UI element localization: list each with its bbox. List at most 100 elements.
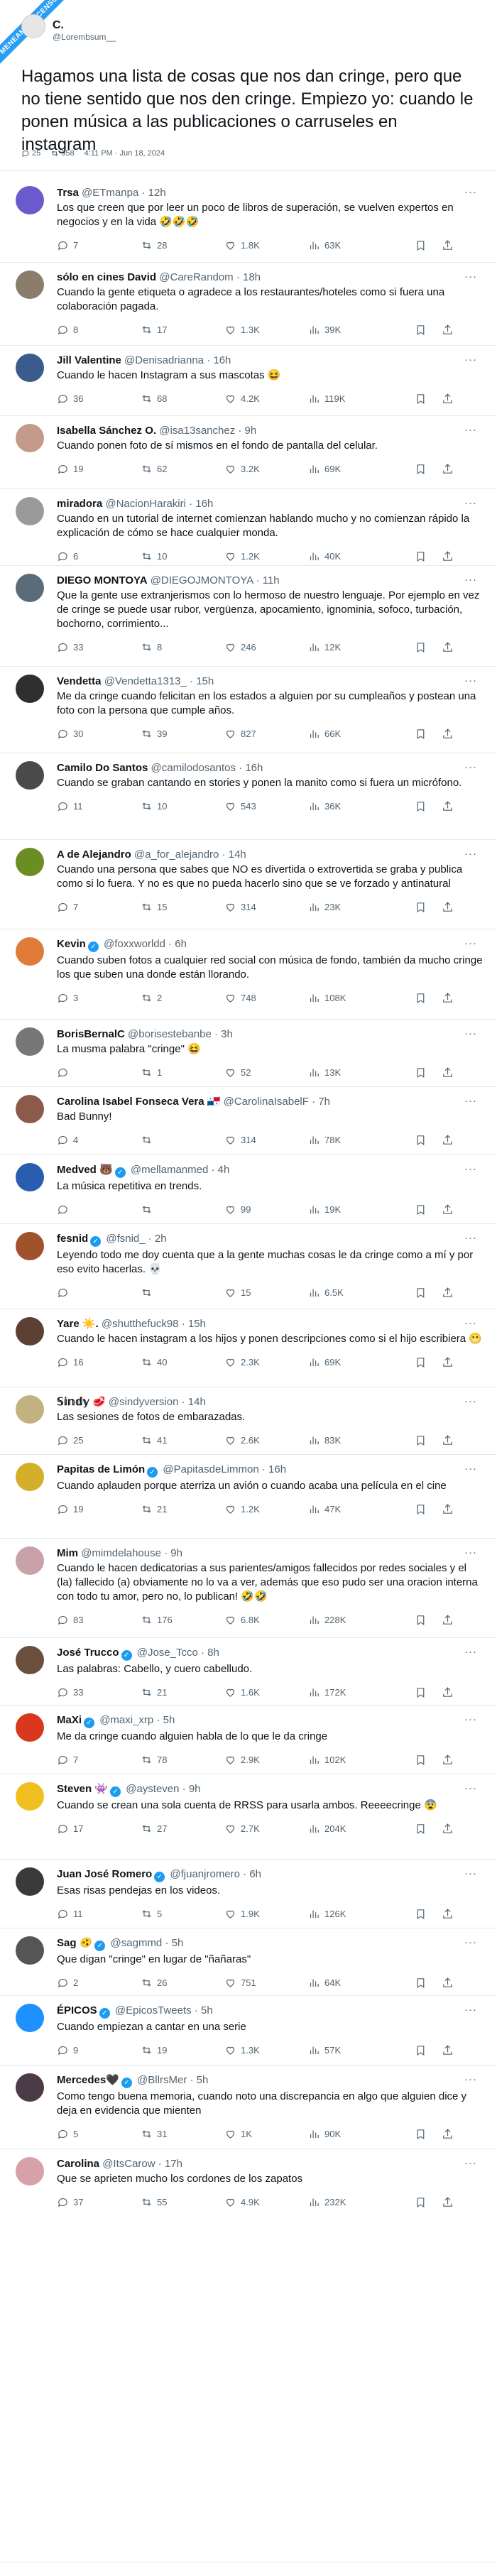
more-options-icon[interactable]: ··· <box>464 1163 477 1175</box>
like-button[interactable]: 246 <box>224 641 308 653</box>
like-button[interactable]: 1.3K <box>224 324 308 336</box>
like-button[interactable]: 2.6K <box>224 1434 308 1446</box>
more-options-icon[interactable]: ··· <box>464 186 477 198</box>
reply-time[interactable]: · 17h <box>158 2158 182 2170</box>
share-button[interactable] <box>442 1686 463 1698</box>
reply-button[interactable]: 36 <box>57 393 141 405</box>
more-options-icon[interactable]: ··· <box>464 1395 477 1407</box>
reply-time[interactable]: · 4h <box>211 1164 229 1176</box>
views-button[interactable]: 119K <box>308 393 415 405</box>
reply-avatar[interactable] <box>16 1095 44 1123</box>
share-button[interactable] <box>442 1287 463 1299</box>
more-options-icon[interactable]: ··· <box>464 1936 477 1948</box>
reply-author-handle[interactable]: @Vendetta1313_ <box>104 675 187 687</box>
reply-time[interactable]: · 2h <box>148 1233 167 1245</box>
more-options-icon[interactable]: ··· <box>464 937 477 949</box>
reply-button[interactable]: 16 <box>57 1356 141 1368</box>
reply-author-name[interactable]: Juan José Romero <box>57 1868 152 1880</box>
retweet-button[interactable]: 27 <box>141 1823 224 1835</box>
reply-author-name[interactable]: Trsa <box>57 187 79 199</box>
reply-time[interactable]: · 11h <box>256 574 280 586</box>
more-options-icon[interactable]: ··· <box>464 354 477 366</box>
share-button[interactable] <box>442 1908 463 1920</box>
more-options-icon[interactable]: ··· <box>464 848 477 860</box>
reply-author-name[interactable]: A de Alejandro <box>57 848 131 861</box>
reply-author-name[interactable]: DIEGO MONTOYA <box>57 574 148 586</box>
reply-avatar[interactable] <box>16 1646 44 1674</box>
reply-author-handle[interactable]: @camilodosantos <box>151 762 236 774</box>
reply-author-handle[interactable]: @fjuanjromero <box>170 1868 240 1880</box>
reply-time[interactable]: · 18h <box>236 271 261 283</box>
reply-avatar[interactable] <box>16 937 44 966</box>
reply-author-name[interactable]: Camilo Do Santos <box>57 762 148 774</box>
main-replies[interactable]: 25 <box>21 149 40 158</box>
like-button[interactable]: 3.2K <box>224 463 308 475</box>
bookmark-button[interactable] <box>415 1134 442 1146</box>
views-button[interactable]: 12K <box>308 641 415 653</box>
retweet-button[interactable]: 68 <box>141 393 224 405</box>
retweet-button[interactable]: 55 <box>141 2196 224 2208</box>
retweet-button[interactable]: 15 <box>141 901 224 913</box>
bookmark-button[interactable] <box>415 1686 442 1698</box>
retweet-button[interactable]: 41 <box>141 1434 224 1446</box>
retweet-button[interactable]: 2 <box>141 992 224 1004</box>
retweet-button[interactable]: 176 <box>141 1614 224 1626</box>
retweet-button[interactable] <box>141 1287 224 1299</box>
share-button[interactable] <box>442 1503 463 1515</box>
reply-author-name[interactable]: sólo en cines David <box>57 271 156 283</box>
reply-avatar[interactable] <box>16 497 44 525</box>
reply-time[interactable]: · 15h <box>182 1318 206 1330</box>
bookmark-button[interactable] <box>415 1356 442 1368</box>
reply-button[interactable]: 6 <box>57 550 141 562</box>
reply-avatar[interactable] <box>16 761 44 790</box>
views-button[interactable]: 13K <box>308 1066 415 1079</box>
bookmark-button[interactable] <box>415 1823 442 1835</box>
reply-author-name[interactable]: Carolina <box>57 2158 99 2170</box>
retweet-button[interactable]: 5 <box>141 1908 224 1920</box>
retweet-button[interactable]: 62 <box>141 463 224 475</box>
bookmark-button[interactable] <box>415 800 442 812</box>
share-button[interactable] <box>442 393 463 405</box>
reply-button[interactable]: 83 <box>57 1614 141 1626</box>
bookmark-button[interactable] <box>415 1614 442 1626</box>
views-button[interactable]: 66K <box>308 728 415 740</box>
reply-author-name[interactable]: Sag 🫨 <box>57 1937 92 1949</box>
reply-button[interactable]: 19 <box>57 1503 141 1515</box>
more-options-icon[interactable]: ··· <box>464 2157 477 2169</box>
bookmark-button[interactable] <box>415 324 442 336</box>
reply-time[interactable]: · 5h <box>165 1937 183 1949</box>
reply-button[interactable]: 7 <box>57 901 141 913</box>
share-button[interactable] <box>442 1204 463 1216</box>
reply-avatar[interactable] <box>16 1713 44 1742</box>
reply-button[interactable]: 3 <box>57 992 141 1004</box>
more-options-icon[interactable]: ··· <box>464 497 477 509</box>
reply-button[interactable]: 30 <box>57 728 141 740</box>
reply-avatar[interactable] <box>16 848 44 876</box>
views-button[interactable]: 232K <box>308 2196 415 2208</box>
views-button[interactable]: 63K <box>308 239 415 251</box>
views-button[interactable]: 57K <box>308 2044 415 2056</box>
reply-author-handle[interactable]: @borisestebanbe <box>128 1028 212 1040</box>
views-button[interactable]: 19K <box>308 1204 415 1216</box>
reply-author-handle[interactable]: @PapitasdeLimmon <box>163 1463 258 1475</box>
retweet-button[interactable]: 10 <box>141 800 224 812</box>
share-button[interactable] <box>442 800 463 812</box>
views-button[interactable]: 126K <box>308 1908 415 1920</box>
like-button[interactable]: 748 <box>224 992 308 1004</box>
reply-button[interactable]: 5 <box>57 2128 141 2140</box>
reply-author-name[interactable]: Mim <box>57 1547 78 1559</box>
retweet-button[interactable]: 28 <box>141 239 224 251</box>
like-button[interactable]: 1.2K <box>224 550 308 562</box>
more-options-icon[interactable]: ··· <box>464 675 477 687</box>
reply-avatar[interactable] <box>16 1546 44 1575</box>
share-button[interactable] <box>442 2044 463 2056</box>
reply-button[interactable] <box>57 1066 141 1079</box>
reply-button[interactable]: 8 <box>57 324 141 336</box>
more-options-icon[interactable]: ··· <box>464 1867 477 1879</box>
more-options-icon[interactable]: ··· <box>464 424 477 436</box>
share-button[interactable] <box>442 1977 463 1989</box>
author-block[interactable]: C. @Lorembsum__ <box>53 14 483 47</box>
reply-avatar[interactable] <box>16 271 44 299</box>
reply-time[interactable]: · 8h <box>201 1647 219 1659</box>
bookmark-button[interactable] <box>415 239 442 251</box>
